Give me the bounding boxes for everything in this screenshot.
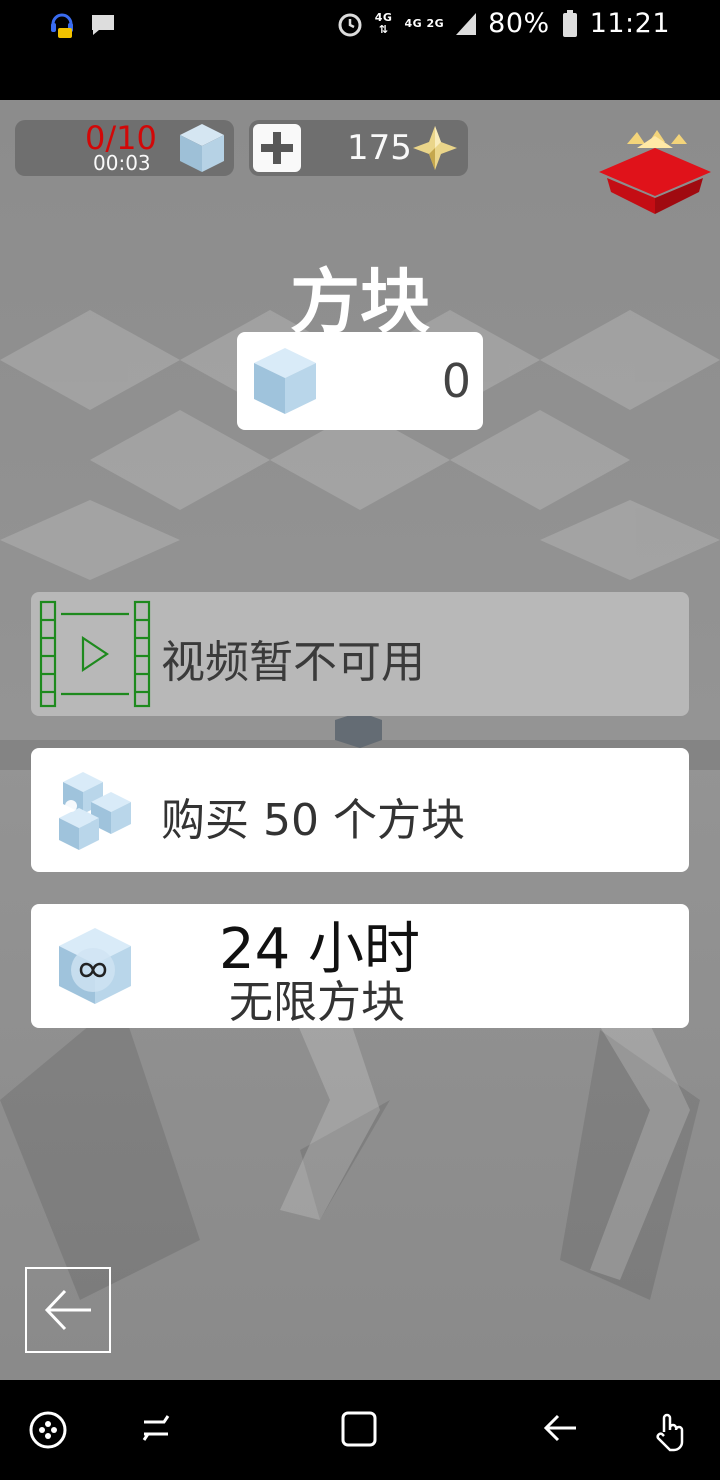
message-icon xyxy=(92,15,114,35)
status-right: 4G ⇅ 4G 2G 80% 11:21 xyxy=(337,8,670,39)
game-tools-icon[interactable] xyxy=(28,1410,68,1450)
cubes-icon xyxy=(59,772,131,850)
star-gem-icon xyxy=(413,126,457,170)
level-timer: 00:03 xyxy=(93,151,151,175)
battery-icon xyxy=(562,9,577,37)
unlimited-blocks-button[interactable]: 24 小时 无限方块 xyxy=(31,904,689,1028)
cube-icon xyxy=(254,348,316,414)
gem-count: 175 xyxy=(347,128,412,168)
buy-blocks-label: 购买 50 个方块 xyxy=(161,795,465,846)
home-icon[interactable] xyxy=(340,1410,378,1448)
game-screen: 0/10 00:03 175 方块 0 视频暂不可用 购买 50 个方块 24 … xyxy=(0,100,720,1380)
network-type: 4G ⇅ xyxy=(374,10,393,36)
status-left xyxy=(48,10,116,40)
status-bar: 4G ⇅ 4G 2G 80% 11:21 xyxy=(0,0,720,100)
buy-blocks-button[interactable]: 购买 50 个方块 xyxy=(31,748,689,872)
network-label-top: 4G xyxy=(374,10,393,24)
unlimited-blocks-label: 无限方块 xyxy=(229,977,405,1028)
level-progress-panel: 0/10 00:03 xyxy=(15,120,234,176)
blocks-counter-card: 0 xyxy=(237,332,483,430)
arrow-left-icon xyxy=(44,1289,91,1331)
clock: 11:21 xyxy=(589,8,670,39)
watch-video-label: 视频暂不可用 xyxy=(161,637,425,688)
cube-icon xyxy=(180,124,224,172)
network-arrows: ⇅ xyxy=(378,22,389,36)
add-gems-button[interactable] xyxy=(253,124,301,172)
navigation-bar xyxy=(0,1380,720,1480)
headset-chat-icon xyxy=(51,13,73,38)
network-type-2: 4G 2G xyxy=(404,16,445,30)
back-button[interactable] xyxy=(25,1267,111,1353)
video-play-icon xyxy=(39,600,151,708)
network-label-bottom: 4G 2G xyxy=(404,16,445,30)
recents-icon[interactable] xyxy=(138,1410,174,1446)
signal-icon xyxy=(456,12,477,35)
infinity-cube-icon xyxy=(59,928,131,1004)
back-icon[interactable] xyxy=(542,1410,580,1446)
alarm-icon xyxy=(338,13,362,36)
plus-icon xyxy=(261,132,293,164)
watch-video-button[interactable]: 视频暂不可用 xyxy=(31,592,689,716)
blocks-count: 0 xyxy=(441,354,471,408)
gift-box-icon[interactable] xyxy=(597,130,713,216)
battery-text: 80% xyxy=(488,8,550,39)
gem-panel: 175 xyxy=(249,120,468,176)
touch-icon[interactable] xyxy=(650,1410,694,1454)
